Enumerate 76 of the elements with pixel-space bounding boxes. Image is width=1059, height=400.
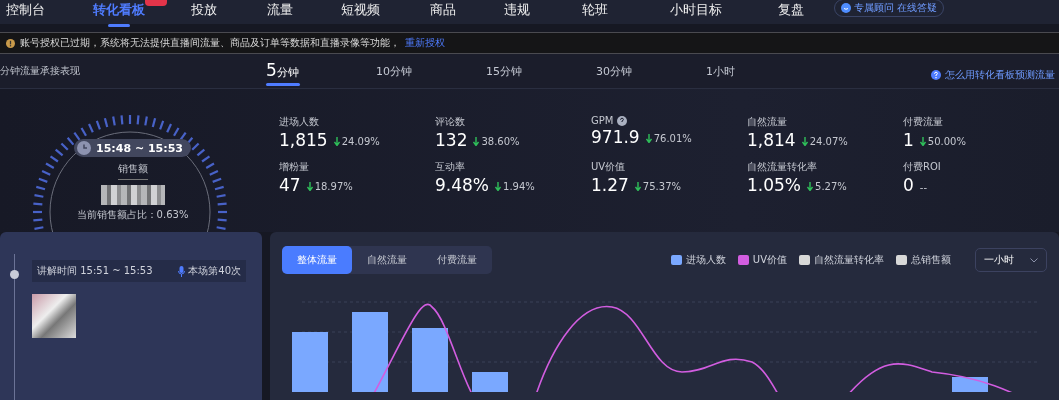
legend-label: UV价值 — [752, 253, 787, 267]
chat-icon — [841, 3, 851, 13]
metric-value: 1.05% — [747, 175, 801, 195]
legend-label: 进场人数 — [685, 253, 726, 267]
legend-label: 总销售额 — [911, 253, 951, 267]
nav-tab[interactable]: 流量 — [267, 0, 293, 21]
metric-label: 增粉量 — [279, 160, 309, 174]
period-select[interactable]: 一小时 — [975, 248, 1047, 272]
chart-bar — [412, 328, 448, 392]
sales-label: 销售额 — [117, 162, 148, 180]
explain-count: 本场第40次 — [188, 264, 241, 278]
chart-bar — [472, 372, 508, 392]
metric-value: 1.27 — [591, 175, 629, 195]
timeline-dot — [10, 270, 19, 279]
traffic-tab[interactable]: 整体流量 — [282, 246, 352, 274]
explain-time: 讲解时间 15:51 ~ 15:53 — [37, 264, 153, 278]
help-icon[interactable] — [617, 115, 628, 126]
notice-text: 账号授权已过期，系统将无法提供直播间流量、商品及订单等数据和直播录像等功能， — [20, 36, 400, 50]
metric-label: 互动率 — [435, 160, 465, 174]
section-title: 分钟流量承接表现 — [0, 64, 81, 78]
metric-change: 76.01% — [653, 133, 692, 144]
redacted-thumbnail — [32, 294, 76, 338]
help-link[interactable]: 怎么用转化看板预测流量 — [931, 68, 1055, 82]
time-tab[interactable]: 5分钟 — [266, 54, 300, 88]
time-tab[interactable]: 1小时 — [706, 54, 735, 88]
redacted-amount — [100, 185, 165, 205]
time-tab[interactable]: 10分钟 — [376, 54, 412, 88]
metric-label: UV价值 — [591, 160, 626, 174]
nav-tab[interactable]: 短视频 — [341, 0, 380, 21]
metric-label: 付费ROI — [903, 160, 941, 174]
nav-tab[interactable]: 复盘 — [778, 0, 804, 21]
metric-change: -- — [919, 182, 928, 193]
metric-value: 9.48% — [435, 175, 489, 195]
time-range-pill: 15:48 ~ 15:53 — [74, 139, 191, 157]
metric-label: 付费流量 — [903, 115, 943, 129]
clock-icon — [77, 141, 92, 155]
nav-tab[interactable]: 转化看板 — [93, 0, 145, 29]
metric-value: 0 — [903, 175, 914, 195]
warning-icon — [6, 38, 15, 48]
nav-tab[interactable]: 轮班 — [582, 0, 608, 21]
nav-tab[interactable]: 控制台 — [6, 0, 45, 21]
metric-value: 132 — [435, 130, 468, 150]
help-icon — [931, 70, 941, 80]
metric-value: 1,814 — [747, 130, 796, 150]
metric-label: 自然流量 — [747, 115, 787, 129]
reauthorize-link[interactable]: 重新授权 — [405, 36, 445, 50]
metric-change: 18.97% — [314, 181, 353, 192]
chart-bar — [292, 332, 328, 392]
metric-value: 971.9 — [591, 127, 640, 147]
metric-change: 75.37% — [642, 181, 681, 192]
metric-value: 1 — [903, 130, 914, 150]
legend-label: 自然流量转化率 — [814, 253, 884, 267]
time-tab[interactable]: 15分钟 — [486, 54, 522, 88]
metric-value: 47 — [279, 175, 301, 195]
nav-tab[interactable]: 投放 — [191, 0, 217, 21]
sales-share-text: 当前销售额占比：0.63% — [76, 208, 189, 222]
metric-change: 50.00% — [927, 136, 966, 147]
nav-tab[interactable]: 商品 — [430, 0, 456, 21]
chevron-down-icon — [1030, 257, 1038, 263]
microphone-icon — [178, 265, 186, 277]
metric-label: 评论数 — [435, 115, 465, 129]
nav-tab[interactable]: 违规 — [504, 0, 530, 21]
metric-label: 进场人数 — [279, 115, 319, 129]
chart-bar — [952, 377, 988, 392]
metric-change: 38.60% — [481, 136, 520, 147]
metric-change: 24.09% — [341, 136, 380, 147]
metric-label: GPM — [591, 115, 614, 126]
traffic-tab[interactable]: 付费流量 — [422, 246, 492, 274]
traffic-tab[interactable]: 自然流量 — [352, 246, 422, 274]
metric-change: 5.27% — [815, 181, 847, 192]
metric-change: 1.94% — [503, 181, 535, 192]
metric-value: 1,815 — [279, 130, 328, 150]
nav-tab[interactable]: 小时目标 — [670, 0, 722, 21]
time-tab[interactable]: 30分钟 — [596, 54, 632, 88]
metric-label: 自然流量转化率 — [747, 160, 817, 174]
metric-change: 24.07% — [809, 136, 848, 147]
